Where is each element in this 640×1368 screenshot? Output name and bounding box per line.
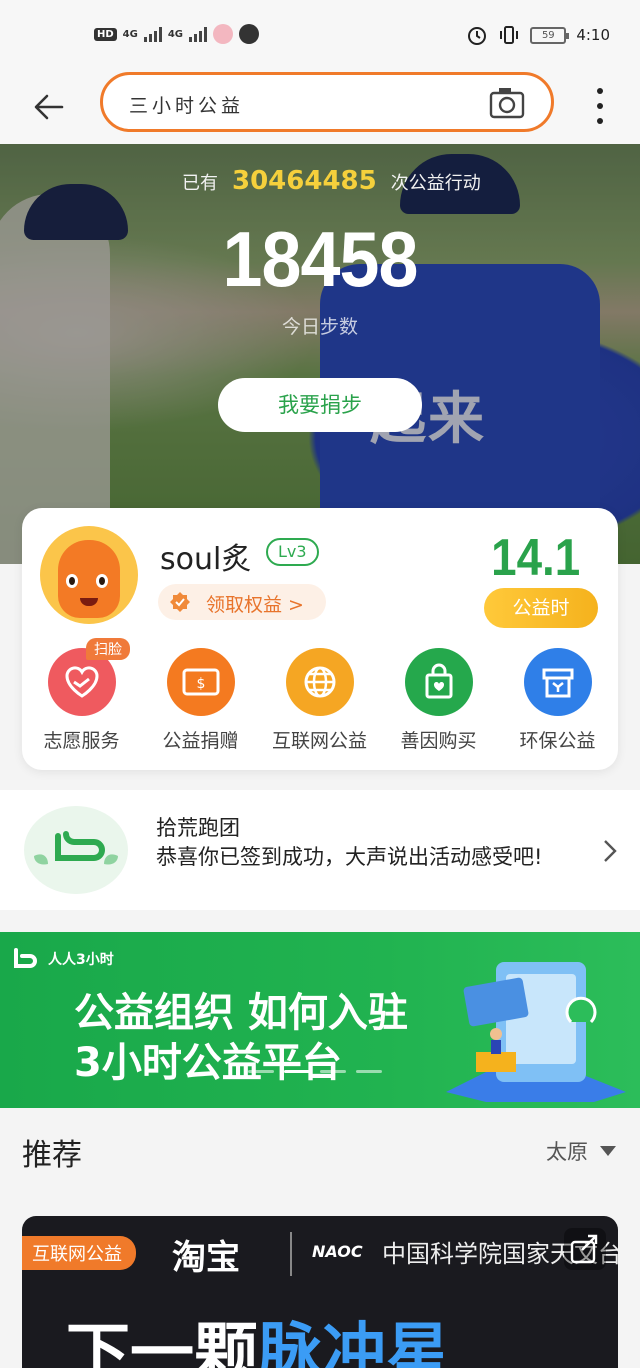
network-type-1: 4G — [122, 28, 138, 40]
feed-partner-short: NAOC — [312, 1242, 363, 1261]
total-actions-prefix: 已有 — [182, 173, 218, 194]
club-checkin-card[interactable]: 拾荒跑团 恭喜你已签到成功，大声说出活动感受吧! — [0, 790, 640, 910]
volunteer-hours-button[interactable]: 公益时 — [484, 588, 598, 628]
face-scan-tag: 扫脸 — [86, 638, 130, 660]
banner-brand: 人人3小时 — [10, 944, 114, 974]
search-query: 三小时公益 — [129, 95, 245, 117]
feed-category-tag: 互联网公益 — [22, 1236, 136, 1270]
service-environment[interactable]: 环保公益 — [498, 648, 617, 753]
banner-title-line2: 3小时公益平台 — [74, 1040, 342, 1086]
service-label: 志愿服务 — [43, 730, 120, 752]
banner-illustration — [446, 962, 626, 1102]
share-icon — [570, 1234, 598, 1264]
claim-benefits-label: 领取权益 > — [206, 594, 304, 616]
app-notification-icon — [213, 24, 234, 44]
club-name: 拾荒跑团 — [156, 816, 240, 840]
tiktok-icon — [239, 24, 260, 44]
service-label: 环保公益 — [519, 730, 596, 752]
caret-down-icon[interactable] — [600, 1146, 616, 1156]
camera-icon[interactable] — [489, 87, 525, 119]
today-steps-value: 18458 — [222, 215, 419, 303]
donate-steps-button[interactable]: 我要捐步 — [218, 378, 422, 432]
hero-banner: 起来 已有 30464485 次公益行动 18458 今日步数 我要捐步 — [0, 144, 640, 564]
total-actions-count: 30464485 — [232, 166, 377, 196]
promo-banner[interactable]: 人人3小时 公益组织 如何入驻 3小时公益平台 — [0, 932, 640, 1108]
city-selector[interactable]: 太原 — [546, 1136, 588, 1166]
service-donation[interactable]: $ 公益捐赠 — [141, 648, 260, 753]
medal-icon — [170, 592, 190, 612]
feed-headline: 下一颗脉冲星 — [66, 1302, 450, 1368]
logo-icon — [14, 948, 37, 968]
total-actions-line: 已有 30464485 次公益行动 — [182, 166, 481, 196]
service-internet[interactable]: 互联网公益 — [260, 648, 379, 753]
banner-brand-name: 人人3小时 — [48, 952, 114, 968]
feed-headline-part1: 下一颗 — [66, 1317, 258, 1368]
banner-pager — [248, 1070, 382, 1073]
recycle-box-icon — [523, 648, 592, 716]
username: soul炙 — [160, 542, 252, 577]
club-message: 恭喜你已签到成功，大声说出活动感受吧! — [156, 845, 543, 869]
network-type-2: 4G — [167, 28, 184, 40]
service-shopping[interactable]: 善因购买 — [379, 648, 498, 753]
service-volunteer[interactable]: 扫脸 志愿服务 — [22, 638, 141, 753]
signal-icon-2 — [189, 26, 208, 42]
search-input[interactable]: 三小时公益 — [100, 72, 554, 132]
search-header: 三小时公益 — [0, 72, 640, 144]
service-grid: 扫脸 志愿服务 $ 公益捐赠 互联网公益 善因购买 环保公益 — [22, 638, 618, 753]
claim-benefits-button[interactable]: 领取权益 > — [158, 584, 326, 620]
today-steps-label: 今日步数 — [281, 316, 358, 338]
avatar[interactable] — [40, 526, 138, 624]
feed-card[interactable]: 互联网公益 淘宝 NAOC 中国科学院国家天文台 下一颗脉冲星 — [22, 1216, 618, 1368]
volunteer-hours-value: 14.1 — [490, 529, 580, 587]
profile-card: soul炙 Lv3 领取权益 > 14.1 公益时 扫脸 志愿服务 $ 公益捐赠… — [22, 508, 618, 770]
service-label: 互联网公益 — [271, 730, 367, 752]
service-label: 善因购买 — [400, 730, 477, 752]
club-logo — [24, 806, 128, 894]
battery-icon: 59 — [530, 26, 570, 44]
money-icon: $ — [166, 648, 235, 716]
status-left: HD 4G 4G — [94, 24, 260, 44]
alarm-icon — [468, 27, 487, 45]
recommend-section-header: 推荐 太原 — [0, 1108, 640, 1196]
signal-icon — [143, 26, 162, 42]
feed-brand: 淘宝 — [172, 1238, 240, 1278]
total-actions-suffix: 次公益行动 — [390, 173, 481, 194]
feed-headline-part2: 脉冲星 — [258, 1317, 450, 1368]
more-options-icon[interactable] — [596, 88, 604, 124]
chevron-right-icon — [604, 840, 617, 862]
share-button[interactable] — [564, 1228, 606, 1270]
vibrate-icon — [500, 26, 519, 44]
service-label: 公益捐赠 — [162, 730, 239, 752]
hd-icon: HD — [94, 27, 117, 41]
shopping-bag-icon — [404, 648, 473, 716]
status-bar: HD 4G 4G 59 4:10 — [0, 0, 640, 72]
status-right: 59 4:10 — [466, 24, 610, 46]
clock: 4:10 — [576, 26, 610, 44]
back-arrow-icon[interactable] — [32, 90, 66, 124]
recommend-title: 推荐 — [22, 1138, 82, 1173]
svg-text:$: $ — [196, 676, 205, 692]
level-badge: Lv3 — [266, 538, 319, 566]
globe-icon — [285, 648, 354, 716]
